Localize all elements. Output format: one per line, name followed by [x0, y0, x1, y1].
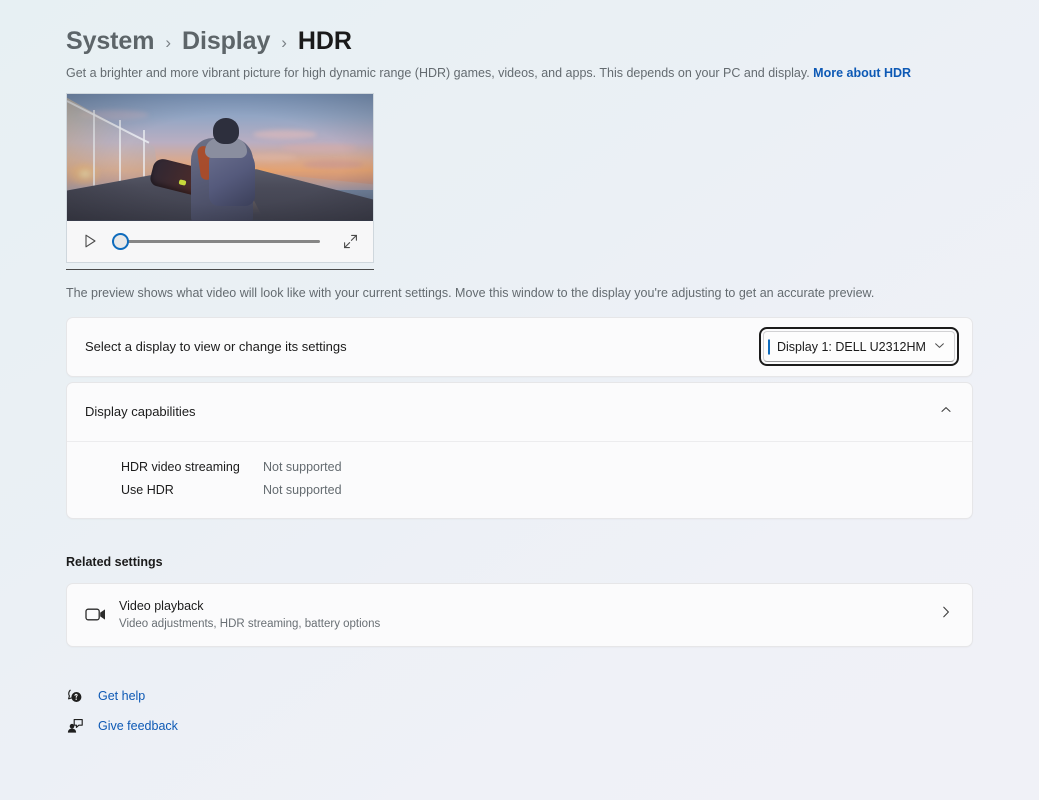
breadcrumb-item-system[interactable]: System	[66, 28, 154, 54]
video-preview-image	[66, 92, 374, 221]
preview-underline	[66, 268, 374, 270]
breadcrumb-item-display[interactable]: Display	[182, 28, 270, 54]
capability-value: Not supported	[263, 483, 342, 497]
capability-row: Use HDR Not supported	[121, 479, 954, 502]
breadcrumb-separator-icon: ›	[165, 32, 172, 52]
display-selector-card: Select a display to view or change its s…	[66, 316, 973, 377]
footer-links: Get help Give feedback	[66, 681, 973, 741]
more-about-hdr-link[interactable]: More about HDR	[813, 66, 911, 80]
display-capabilities-card: Display capabilities HDR video streaming…	[66, 381, 973, 519]
page-description: Get a brighter and more vibrant picture …	[66, 64, 973, 83]
get-help-link[interactable]: Get help	[66, 681, 973, 711]
give-feedback-label: Give feedback	[98, 718, 178, 733]
expand-icon[interactable]	[340, 231, 360, 251]
give-feedback-icon	[66, 718, 84, 734]
display-capabilities-body: HDR video streaming Not supported Use HD…	[67, 440, 972, 518]
chevron-right-icon[interactable]	[940, 605, 952, 624]
get-help-icon	[66, 688, 84, 704]
give-feedback-link[interactable]: Give feedback	[66, 711, 973, 741]
video-camera-icon	[85, 606, 119, 623]
related-settings-heading: Related settings	[66, 554, 163, 569]
display-selector-dropdown[interactable]: Display 1: DELL U2312HM	[759, 327, 959, 366]
video-playback-title: Video playback	[119, 598, 204, 613]
breadcrumb: System › Display › HDR	[66, 0, 973, 53]
slider-thumb[interactable]	[112, 232, 129, 250]
display-selector-row: Select a display to view or change its s…	[67, 318, 972, 376]
display-capabilities-title: Display capabilities	[85, 404, 196, 419]
vignette-overlay	[67, 93, 373, 221]
display-selector-label: Select a display to view or change its s…	[85, 339, 347, 354]
video-preview	[66, 92, 374, 270]
capability-name: Use HDR	[121, 483, 174, 497]
display-capabilities-header[interactable]: Display capabilities	[67, 383, 972, 441]
video-playback-card: Video playback Video adjustments, HDR st…	[66, 582, 973, 647]
video-progress-slider[interactable]	[112, 231, 328, 251]
chevron-down-icon	[934, 338, 945, 356]
settings-page: System › Display › HDR Get a brighter an…	[0, 0, 1039, 800]
video-playback-texts: Video playback Video adjustments, HDR st…	[119, 597, 940, 633]
page-title: HDR	[297, 26, 352, 55]
preview-note: The preview shows what video will look l…	[66, 285, 875, 300]
display-selector-section: Select a display to view or change its s…	[66, 316, 973, 519]
display-selector-value: Display 1: DELL U2312HM	[777, 339, 926, 354]
text-cursor-indicator	[768, 339, 770, 354]
slider-track	[112, 239, 320, 243]
play-icon[interactable]	[80, 231, 100, 251]
breadcrumb-separator-icon: ›	[281, 32, 287, 52]
capability-value: Not supported	[263, 460, 342, 474]
video-player-controls	[66, 220, 374, 263]
chevron-up-icon[interactable]	[940, 403, 952, 421]
video-playback-row[interactable]: Video playback Video adjustments, HDR st…	[67, 584, 972, 646]
video-playback-subtitle: Video adjustments, HDR streaming, batter…	[119, 617, 381, 630]
capability-row: HDR video streaming Not supported	[121, 456, 954, 479]
get-help-label: Get help	[98, 688, 146, 703]
page-description-text: Get a brighter and more vibrant picture …	[66, 66, 810, 80]
capability-name: HDR video streaming	[121, 460, 240, 474]
